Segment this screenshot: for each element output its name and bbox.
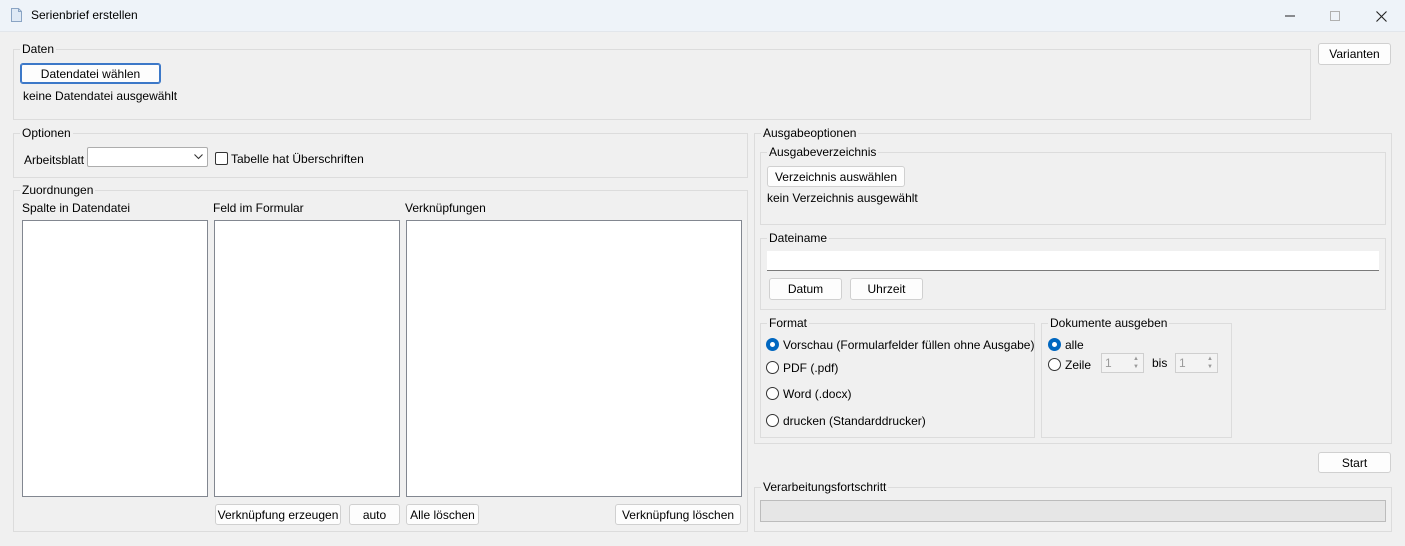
format-radio-pdf[interactable] (766, 361, 779, 374)
progress-bar (760, 500, 1386, 522)
col-formfield-label: Feld im Formular (213, 201, 304, 215)
links-list[interactable] (406, 220, 742, 497)
clear-all-button[interactable]: Alle löschen (406, 504, 479, 525)
spin-down-icon[interactable]: ▼ (1205, 363, 1215, 371)
maximize-icon (1330, 11, 1340, 21)
date-button[interactable]: Datum (769, 278, 842, 300)
spin-down-icon[interactable]: ▼ (1131, 363, 1141, 371)
row-to-stepper[interactable]: 1 ▲ ▼ (1175, 353, 1218, 373)
format-group-label: Format (767, 316, 810, 330)
varianten-button[interactable]: Varianten (1318, 43, 1391, 65)
format-radio-print[interactable] (766, 414, 779, 427)
filename-input[interactable] (767, 251, 1379, 271)
worksheet-select[interactable] (87, 147, 208, 167)
daten-group-label: Daten (20, 42, 57, 56)
daten-group (13, 49, 1311, 120)
chevron-down-icon (194, 154, 203, 160)
maximize-button[interactable] (1312, 0, 1358, 32)
spin-arrows-icon[interactable]: ▲ ▼ (1131, 355, 1141, 371)
document-icon (11, 8, 22, 22)
format-label-word: Word (.docx) (783, 387, 852, 401)
datafile-columns-list[interactable] (22, 220, 208, 497)
format-radio-preview[interactable] (766, 338, 779, 351)
ausgabeverzeichnis-group (760, 152, 1386, 225)
row-from-value: 1 (1105, 356, 1112, 370)
time-button[interactable]: Uhrzeit (850, 278, 923, 300)
close-icon (1375, 10, 1387, 22)
documents-radio-row[interactable] (1048, 358, 1061, 371)
optionen-group-label: Optionen (20, 126, 73, 140)
datafile-status: keine Datendatei ausgewählt (23, 89, 178, 103)
format-label-pdf: PDF (.pdf) (783, 361, 839, 375)
documents-label-row: Zeile (1065, 358, 1092, 372)
format-radio-word[interactable] (766, 387, 779, 400)
ausgabeverzeichnis-group-label: Ausgabeverzeichnis (767, 145, 879, 159)
row-to-value: 1 (1179, 356, 1186, 370)
minimize-button[interactable] (1267, 0, 1313, 32)
formfields-list[interactable] (214, 220, 400, 497)
minimize-icon (1285, 15, 1295, 17)
worksheet-label: Arbeitsblatt (24, 153, 85, 167)
zuordnungen-group-label: Zuordnungen (20, 183, 96, 197)
ausgabeoptionen-group-label: Ausgabeoptionen (761, 126, 859, 140)
close-button[interactable] (1358, 0, 1404, 32)
title-bar (0, 0, 1405, 32)
progress-group-label: Verarbeitungsfortschritt (761, 480, 889, 494)
spin-arrows-icon[interactable]: ▲ ▼ (1205, 355, 1215, 371)
col-links-label: Verknüpfungen (405, 201, 486, 215)
row-to-label: bis (1152, 356, 1168, 370)
dateiname-group-label: Dateiname (767, 231, 830, 245)
window-title: Serienbrief erstellen (31, 8, 138, 22)
spin-up-icon[interactable]: ▲ (1205, 355, 1215, 363)
dokumente-group-label: Dokumente ausgeben (1048, 316, 1170, 330)
create-link-button[interactable]: Verknüpfung erzeugen (215, 504, 341, 525)
documents-radio-all[interactable] (1048, 338, 1061, 351)
spin-up-icon[interactable]: ▲ (1131, 355, 1141, 363)
choose-datafile-button[interactable]: Datendatei wählen (20, 63, 161, 84)
start-button[interactable]: Start (1318, 452, 1391, 473)
auto-button[interactable]: auto (349, 504, 400, 525)
documents-label-all: alle (1065, 338, 1084, 352)
format-label-preview: Vorschau (Formularfelder füllen ohne Aus… (783, 338, 1035, 352)
directory-status: kein Verzeichnis ausgewählt (767, 191, 918, 205)
choose-directory-button[interactable]: Verzeichnis auswählen (767, 166, 905, 187)
header-checkbox-label: Tabelle hat Überschriften (231, 152, 364, 166)
format-label-print: drucken (Standarddrucker) (783, 414, 926, 428)
header-checkbox[interactable] (215, 152, 228, 165)
delete-link-button[interactable]: Verknüpfung löschen (615, 504, 741, 525)
col-datafile-label: Spalte in Datendatei (22, 201, 131, 215)
row-from-stepper[interactable]: 1 ▲ ▼ (1101, 353, 1144, 373)
